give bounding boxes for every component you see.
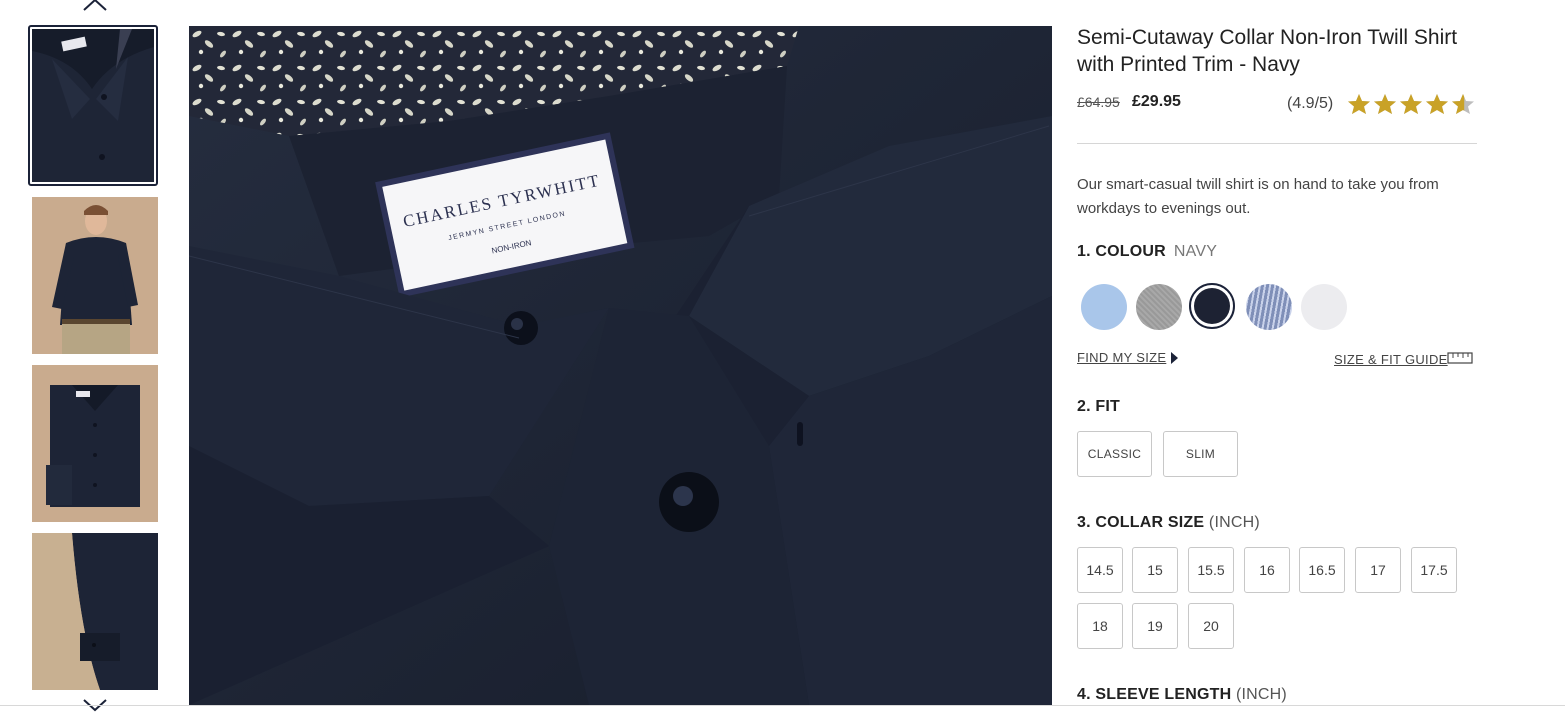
selected-colour: NAVY	[1173, 243, 1218, 260]
star-icon	[1426, 94, 1448, 114]
old-price: £64.95	[1077, 94, 1120, 110]
rating-stars[interactable]	[1347, 93, 1475, 115]
thumbnail-shirt-detail[interactable]	[28, 25, 158, 186]
find-my-size-link[interactable]: FIND MY SIZE	[1077, 350, 1166, 365]
page-divider	[0, 705, 1565, 706]
arrow-right-icon[interactable]	[1171, 352, 1178, 364]
collar-unit: (INCH)	[1208, 514, 1260, 531]
collar-size-button[interactable]: 16.5	[1299, 547, 1345, 593]
star-icon	[1400, 94, 1422, 114]
collar-size-button[interactable]: 20	[1188, 603, 1234, 649]
divider	[1077, 143, 1477, 144]
price-row: £64.95 £29.95 (4.9/5)	[1077, 93, 1477, 115]
ruler-icon[interactable]	[1447, 352, 1473, 364]
collar-label: 3. COLLAR SIZE	[1077, 514, 1205, 531]
main-product-image[interactable]: CHARLES TYRWHITT JERMYN STREET LONDON NO…	[189, 26, 1052, 705]
colour-swatch-light-blue[interactable]	[1081, 284, 1127, 330]
swatch-color	[1194, 288, 1230, 324]
colour-swatch-blue-stripe[interactable]	[1246, 284, 1292, 330]
colour-swatch-grey[interactable]	[1136, 284, 1182, 330]
product-description: Our smart-casual twill shirt is on hand …	[1077, 176, 1439, 217]
collar-size-button[interactable]: 17.5	[1411, 547, 1457, 593]
product-title: Semi-Cutaway Collar Non-Iron Twill Shirt…	[1077, 26, 1458, 76]
swatch-color	[1136, 284, 1182, 330]
star-icon	[1348, 94, 1370, 114]
collar-size-button[interactable]: 19	[1132, 603, 1178, 649]
size-fit-guide-link[interactable]: SIZE & FIT GUIDE	[1334, 352, 1448, 367]
fit-classic-button[interactable]: CLASSIC	[1077, 431, 1152, 477]
sleeve-label: 4. SLEEVE LENGTH	[1077, 686, 1232, 703]
collar-heading: 3. COLLAR SIZE (INCH)	[1077, 514, 1260, 532]
fit-heading: 2. FIT	[1077, 398, 1120, 415]
thumbnail-model[interactable]	[32, 197, 158, 354]
collar-size-button[interactable]: 18	[1077, 603, 1123, 649]
swatch-color	[1301, 284, 1347, 330]
star-icon	[1374, 94, 1396, 114]
rating-text[interactable]: (4.9/5)	[1287, 95, 1333, 113]
sale-price: £29.95	[1132, 93, 1181, 110]
colour-heading: 1. COLOUR NAVY	[1077, 243, 1217, 261]
collar-size-button[interactable]: 14.5	[1077, 547, 1123, 593]
collar-size-button[interactable]: 17	[1355, 547, 1401, 593]
sleeve-unit: (INCH)	[1236, 686, 1287, 703]
colour-label: 1. COLOUR	[1077, 243, 1166, 260]
collar-size-button[interactable]: 15.5	[1188, 547, 1234, 593]
fit-slim-button[interactable]: SLIM	[1163, 431, 1238, 477]
swatch-color	[1246, 284, 1292, 330]
collar-size-button[interactable]: 15	[1132, 547, 1178, 593]
swatch-color	[1081, 284, 1127, 330]
thumbnail-folded[interactable]	[32, 365, 158, 522]
thumbnail-gallery	[28, 0, 162, 712]
chevron-up-icon[interactable]	[82, 0, 108, 12]
colour-swatch-white[interactable]	[1301, 284, 1347, 330]
collar-size-button[interactable]: 16	[1244, 547, 1290, 593]
sleeve-heading: 4. SLEEVE LENGTH (INCH)	[1077, 686, 1287, 704]
colour-swatch-navy[interactable]	[1189, 283, 1235, 329]
thumbnail-sleeve[interactable]	[32, 533, 158, 690]
star-icon	[1452, 94, 1474, 114]
